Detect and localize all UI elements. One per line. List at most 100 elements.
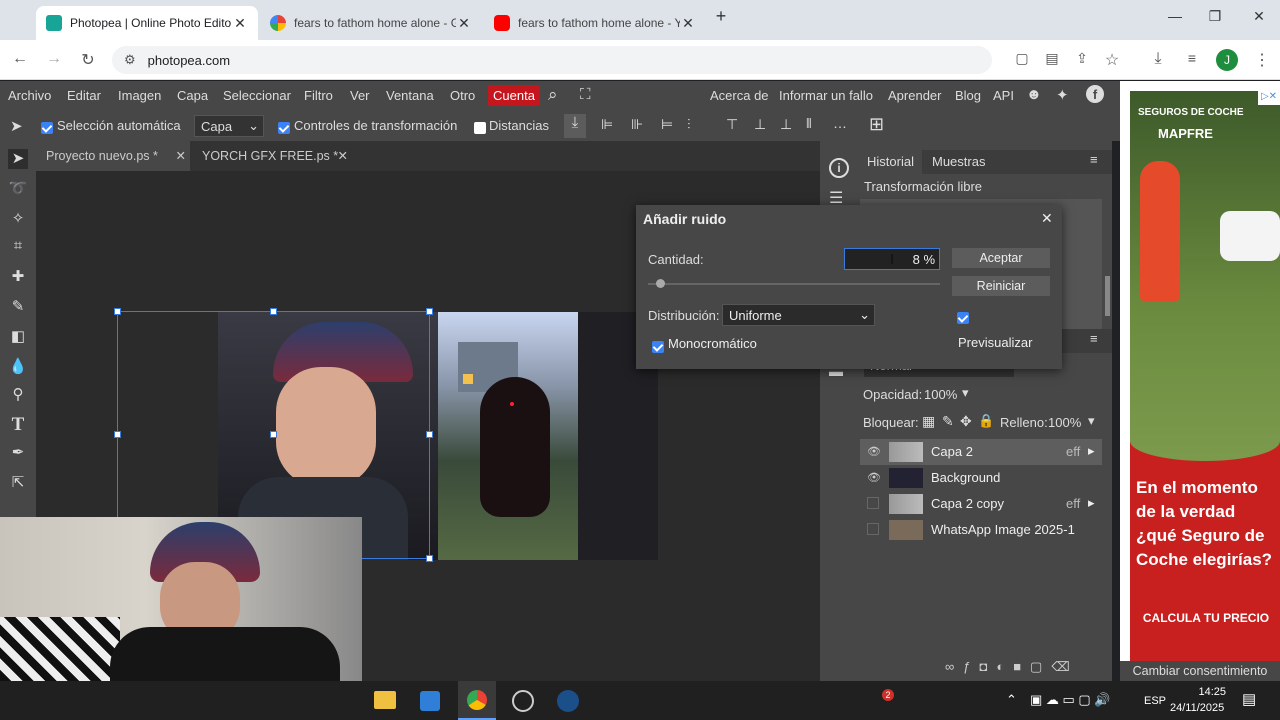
fill-value[interactable]: 100%	[1048, 415, 1081, 430]
lasso-tool-icon[interactable]: ➰	[8, 179, 28, 199]
reddit-icon[interactable]: ☻	[1026, 86, 1042, 103]
transform-handle[interactable]	[426, 431, 433, 438]
close-icon[interactable]: ✕	[680, 15, 696, 32]
align-right-icon[interactable]: ⊨	[661, 116, 673, 133]
transform-handle[interactable]	[270, 308, 277, 315]
lock-move-icon[interactable]: ✥	[960, 413, 972, 430]
transform-handle[interactable]	[114, 308, 121, 315]
menu-ventana[interactable]: Ventana	[386, 88, 434, 103]
healing-brush-icon[interactable]: ✚	[8, 267, 28, 287]
type-tool-icon[interactable]: T	[8, 414, 28, 435]
brush-tool-icon[interactable]: ✎	[8, 297, 28, 317]
lock-transparency-icon[interactable]: ▦	[922, 413, 935, 430]
amount-slider-thumb[interactable]	[655, 279, 665, 288]
layer-row[interactable]: 👁 Background	[860, 465, 1102, 491]
fullscreen-icon[interactable]: ⛶	[580, 86, 591, 103]
ad-choices-icon[interactable]: ▷✕	[1258, 91, 1280, 105]
align-bottom-icon[interactable]: ⊥	[780, 116, 792, 133]
path-select-icon[interactable]: ⇱	[8, 473, 28, 493]
download-icon[interactable]: ⤓	[1146, 50, 1170, 70]
lock-paint-icon[interactable]: ✎	[942, 413, 954, 430]
download-icon[interactable]: ⤓	[564, 114, 586, 138]
clock-date[interactable]: 24/11/2025	[1170, 702, 1224, 714]
chevron-down-icon[interactable]: ▾	[962, 385, 969, 401]
obs-icon[interactable]	[512, 690, 534, 712]
site-info-icon[interactable]: ⚙	[124, 52, 136, 68]
panel-menu-icon[interactable]: ≡	[1090, 152, 1098, 167]
layer-row[interactable]: Capa 2 copy eff ▸	[860, 491, 1102, 517]
clock-time[interactable]: 14:25	[1174, 686, 1226, 698]
distribute-v-icon[interactable]: ⦀	[806, 116, 812, 132]
browser-tab-photopea[interactable]: Photopea | Online Photo Editor ✕	[36, 6, 258, 40]
transform-handle[interactable]	[426, 308, 433, 315]
store-icon[interactable]	[420, 691, 440, 711]
layer-actions[interactable]: ∞ƒ◘◐■▢⌫	[945, 659, 1079, 675]
align-center-icon[interactable]: ⊪	[631, 116, 643, 133]
layer-row[interactable]: 👁 Capa 2 eff ▸	[860, 439, 1102, 465]
more-icon[interactable]: …	[833, 115, 847, 131]
visibility-toggle[interactable]	[867, 497, 879, 509]
browser-tab-google[interactable]: fears to fathom home alone - G ✕	[260, 6, 482, 40]
back-icon[interactable]: ←	[8, 50, 32, 70]
maximize-button[interactable]: ❐	[1200, 8, 1230, 30]
forward-icon[interactable]: →	[42, 50, 66, 70]
fx-badge[interactable]: eff	[1066, 496, 1080, 511]
expand-icon[interactable]: ▸	[1088, 443, 1095, 459]
menu-editar[interactable]: Editar	[67, 88, 101, 103]
new-tab-button[interactable]: +	[706, 6, 736, 28]
transform-controls-checkbox[interactable]	[278, 119, 290, 134]
distribution-select[interactable]: Uniforme ⌄	[722, 304, 875, 326]
layer-select[interactable]: Capa ⌄	[194, 115, 264, 137]
history-scrollbar[interactable]	[1105, 276, 1110, 316]
reload-icon[interactable]: ↻	[76, 50, 100, 70]
tray-chevron-icon[interactable]: ⌃	[1006, 692, 1017, 708]
menu-seleccionar[interactable]: Seleccionar	[223, 88, 291, 103]
tab-muestras[interactable]: Muestras	[932, 154, 985, 169]
expand-icon[interactable]: ▸	[1088, 495, 1095, 511]
star-icon[interactable]: ☆	[1100, 50, 1124, 70]
auto-select-checkbox[interactable]	[41, 119, 53, 134]
install-icon[interactable]: ⇪	[1070, 50, 1094, 70]
close-window-button[interactable]: ✕	[1244, 8, 1274, 30]
search-icon[interactable]: ⌕	[548, 85, 558, 105]
reset-button[interactable]: Reiniciar	[952, 276, 1050, 296]
menu-icon[interactable]: ⋮	[1250, 50, 1274, 70]
browser-tab-youtube[interactable]: fears to fathom home alone - Y ✕	[484, 6, 706, 40]
avatar[interactable]: J	[1216, 49, 1238, 71]
chrome-taskbar-button[interactable]	[458, 681, 496, 720]
facebook-icon[interactable]: f	[1086, 85, 1104, 103]
accept-button[interactable]: Aceptar	[952, 248, 1050, 268]
preview-checkbox[interactable]	[957, 309, 969, 324]
dodge-tool-icon[interactable]: ⚲	[8, 385, 28, 405]
menu-acerca[interactable]: Acerca de	[710, 88, 769, 103]
grid-icon[interactable]: ⊞	[869, 114, 884, 135]
media-icon[interactable]: ≡	[1180, 50, 1204, 70]
close-icon[interactable]: ✕	[1041, 210, 1053, 227]
tray-icons[interactable]: ▣ ☁ ▭ ▢ 🔊	[1030, 692, 1110, 708]
close-icon[interactable]: ✕	[456, 15, 472, 32]
account-button[interactable]: Cuenta	[488, 85, 540, 106]
steam-icon[interactable]	[557, 690, 579, 712]
menu-imagen[interactable]: Imagen	[118, 88, 161, 103]
visibility-toggle[interactable]	[867, 523, 879, 535]
eye-icon[interactable]: 👁	[867, 445, 881, 459]
fx-badge[interactable]: eff	[1066, 444, 1080, 459]
monochromatic-checkbox[interactable]	[652, 338, 664, 353]
layer-row[interactable]: WhatsApp Image 2025-1	[860, 517, 1102, 543]
menu-aprender[interactable]: Aprender	[888, 88, 941, 103]
menu-otro[interactable]: Otro	[450, 88, 475, 103]
consent-button[interactable]: Cambiar consentimiento	[1120, 661, 1280, 681]
url-field[interactable]: ⚙ photopea.com	[112, 46, 992, 74]
chevron-down-icon[interactable]: ▾	[1088, 413, 1095, 429]
close-icon[interactable]: ✕	[338, 141, 348, 171]
file-explorer-icon[interactable]	[374, 691, 396, 709]
transform-handle[interactable]	[270, 431, 277, 438]
distribute-icon[interactable]: ⫶	[687, 116, 691, 133]
transform-handle[interactable]	[114, 431, 121, 438]
info-icon[interactable]: i	[829, 158, 849, 178]
eraser-tool-icon[interactable]: ◧	[8, 327, 28, 347]
menu-blog[interactable]: Blog	[955, 88, 981, 103]
tab-historial[interactable]: Historial	[860, 150, 922, 174]
menu-filtro[interactable]: Filtro	[304, 88, 333, 103]
close-icon[interactable]: ✕	[232, 15, 248, 32]
